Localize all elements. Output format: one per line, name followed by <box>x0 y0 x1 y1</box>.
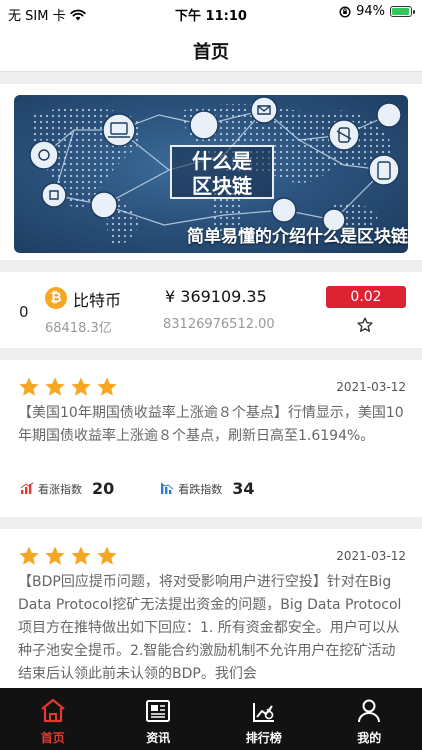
banner-section: 什么是 区块链 简单易懂的介绍什么是区块链 <box>0 84 422 260</box>
battery-percent: 94% <box>356 4 385 19</box>
tab-bar: 首页 资讯 排行榜 我的 <box>0 688 422 750</box>
banner-caption: 简单易懂的介绍什么是区块链 <box>187 227 408 247</box>
banner-center-title: 什么是 区块链 <box>170 145 274 199</box>
home-icon <box>41 698 65 723</box>
news-card[interactable]: 2021-03-12 【美国10年期国债收益率上涨逾８个基点】行情显示，美国10… <box>0 360 422 517</box>
tab-ranking-label: 排行榜 <box>245 731 282 745</box>
banner-carousel[interactable]: 什么是 区块链 简单易懂的介绍什么是区块链 <box>14 95 408 253</box>
status-right: 94% <box>339 4 415 19</box>
bullish-chart-icon <box>20 482 34 494</box>
star-icon <box>19 546 39 565</box>
banner-title-line1: 什么是 <box>192 149 252 173</box>
tab-home[interactable]: 首页 <box>0 688 106 750</box>
user-icon <box>358 699 381 723</box>
tab-news-label: 资讯 <box>146 731 171 745</box>
status-bar: 无 SIM 卡 下午 11:10 94% <box>0 0 422 26</box>
news-text: 【美国10年期国债收益率上涨逾８个基点】行情显示，美国10年期国债收益率上涨逾８… <box>18 405 404 444</box>
news-date: 2021-03-12 <box>336 380 406 394</box>
sentiment-metrics: 看涨指数 20 看跌指数 34 <box>20 479 301 498</box>
bullish-value: 20 <box>92 479 115 498</box>
rating-stars <box>18 376 118 398</box>
star-icon <box>71 377 91 396</box>
page-title: 首页 <box>193 42 229 63</box>
banner-title-line2: 区块链 <box>192 174 252 198</box>
battery-fill <box>392 8 409 15</box>
coin-rank: 0 <box>19 303 29 321</box>
tab-news[interactable]: 资讯 <box>106 688 212 750</box>
coin-volume: 83126976512.00 <box>163 317 275 332</box>
bitcoin-icon: ₿ <box>45 287 67 309</box>
bearish-label: 看跌指数 <box>178 482 223 496</box>
bullish-label: 看涨指数 <box>38 482 82 496</box>
star-icon <box>71 546 91 565</box>
coin-market-cap: 68418.3亿 <box>45 321 112 336</box>
star-icon <box>45 546 65 565</box>
tab-home-label: 首页 <box>40 731 65 745</box>
coin-price: ¥ 369109.35 <box>165 287 267 306</box>
news-date: 2021-03-12 <box>336 549 406 563</box>
tab-me[interactable]: 我的 <box>317 688 422 750</box>
bearish-chart-icon <box>160 482 174 494</box>
bearish-index[interactable]: 看跌指数 34 <box>160 479 255 498</box>
coin-change-badge: 0.02 <box>326 286 406 308</box>
ranking-icon <box>252 703 274 722</box>
orientation-lock-icon <box>339 5 351 18</box>
star-icon <box>45 377 65 396</box>
star-icon <box>19 377 39 396</box>
battery-icon <box>390 6 415 17</box>
favorite-star-icon[interactable] <box>356 316 374 334</box>
coin-row[interactable]: 0 ₿ 比特币 68418.3亿 ¥ 369109.35 83126976512… <box>0 272 422 348</box>
bullish-index[interactable]: 看涨指数 20 <box>20 479 114 498</box>
newspaper-icon <box>146 700 171 722</box>
news-text: 【BDP回应提币问题，将对受影响用户进行空投】针对在Big Data Proto… <box>18 574 402 682</box>
news-card[interactable]: 2021-03-12 【BDP回应提币问题，将对受影响用户进行空投】针对在Big… <box>0 529 422 688</box>
star-icon <box>97 377 117 396</box>
rating-stars <box>18 545 118 567</box>
star-icon <box>97 546 117 565</box>
nav-bar: 首页 <box>0 26 422 72</box>
coin-name: 比特币 <box>73 291 122 310</box>
tab-me-label: 我的 <box>357 731 382 745</box>
tab-ranking[interactable]: 排行榜 <box>211 688 317 750</box>
bearish-value: 34 <box>232 479 255 498</box>
